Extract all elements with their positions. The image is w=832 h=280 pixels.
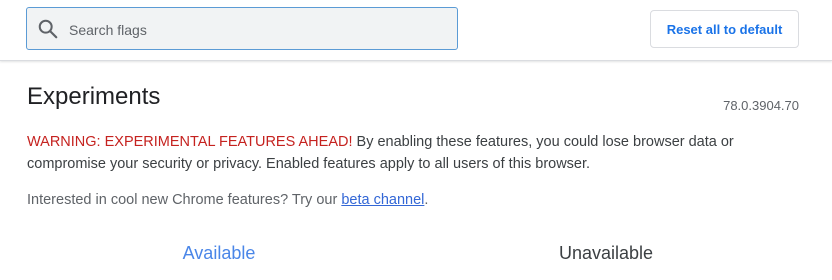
tab-available[interactable]: Available <box>119 240 319 266</box>
search-icon <box>38 19 58 39</box>
page-title: Experiments <box>27 83 161 110</box>
beta-channel-link[interactable]: beta channel <box>341 192 424 208</box>
version-label: 78.0.3904.70 <box>723 98 799 113</box>
reset-all-button[interactable]: Reset all to default <box>650 10 799 48</box>
warning-message: WARNING: EXPERIMENTAL FEATURES AHEAD! By… <box>27 131 797 175</box>
search-box[interactable] <box>26 7 458 51</box>
tab-unavailable[interactable]: Unavailable <box>506 240 706 266</box>
promo-end: . <box>424 192 429 208</box>
warning-heading: WARNING: EXPERIMENTAL FEATURES AHEAD! <box>27 134 353 150</box>
search-input[interactable] <box>67 8 451 51</box>
promo-text: Interested in cool new Chrome features? … <box>27 192 342 208</box>
header-bar: Reset all to default <box>0 0 832 61</box>
promo-message: Interested in cool new Chrome features? … <box>27 189 428 211</box>
